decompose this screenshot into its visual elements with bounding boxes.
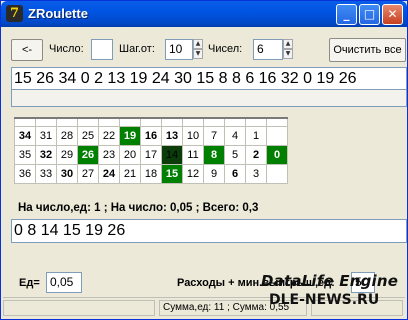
grid-header-cell — [245, 117, 267, 127]
history-field[interactable]: 15 26 34 0 2 13 19 24 30 15 8 8 6 16 32 … — [11, 67, 407, 90]
number-cell[interactable]: 6 — [224, 163, 246, 184]
status-cell-empty — [3, 300, 155, 316]
unit-label: Ед= — [19, 277, 40, 289]
grid-header-cell — [203, 117, 225, 127]
spin-up-icon[interactable]: ▲ — [283, 39, 293, 49]
number-cell[interactable]: 1 — [245, 125, 267, 146]
app-window: 7 ZRoulette _ □ ✕ <- Число: Шаг.от: 10 ▲… — [0, 0, 408, 320]
grid-header-cell — [35, 117, 57, 127]
number-cell[interactable]: 13 — [161, 125, 183, 146]
number-input[interactable] — [91, 39, 113, 60]
number-cell[interactable]: 9 — [203, 163, 225, 184]
window-title: ZRoulette — [28, 6, 88, 21]
zero-cell[interactable]: 0 — [266, 144, 288, 165]
step-from-spinner[interactable]: ▲ ▼ — [193, 39, 203, 59]
number-cell[interactable]: 24 — [98, 163, 120, 184]
numbers-count-input[interactable]: 6 — [253, 39, 283, 60]
grid-header-cell — [266, 117, 288, 127]
step-from-label: Шаг.от: — [119, 43, 155, 55]
minimize-button[interactable]: _ — [336, 4, 357, 25]
number-cell[interactable]: 25 — [77, 125, 99, 146]
app-icon: 7 — [6, 5, 23, 22]
numbers-count-label: Чисел: — [208, 43, 243, 55]
close-button[interactable]: ✕ — [382, 4, 403, 25]
step-from-input[interactable]: 10 — [165, 39, 193, 60]
numbers-count-spinner[interactable]: ▲ ▼ — [283, 39, 293, 59]
number-cell[interactable]: 16 — [140, 125, 162, 146]
clear-all-button[interactable]: Очистить все — [329, 38, 406, 62]
number-cell[interactable]: 4 — [224, 125, 246, 146]
number-cell[interactable]: 15 — [161, 163, 183, 184]
number-cell[interactable]: 35 — [14, 144, 36, 165]
grid-header-cell — [182, 117, 204, 127]
number-cell[interactable]: 34 — [14, 125, 36, 146]
grid-header-cell — [140, 117, 162, 127]
number-cell[interactable]: 28 — [56, 125, 78, 146]
number-cell[interactable]: 30 — [56, 163, 78, 184]
number-cell[interactable]: 17 — [140, 144, 162, 165]
spin-down-icon[interactable]: ▼ — [283, 49, 293, 59]
number-cell[interactable]: 27 — [77, 163, 99, 184]
number-cell[interactable]: 11 — [182, 144, 204, 165]
number-cell[interactable]: 23 — [98, 144, 120, 165]
number-cell[interactable]: 19 — [119, 125, 141, 146]
grid-header-cell — [161, 117, 183, 127]
zero-cell-bottom[interactable] — [266, 163, 288, 184]
number-label: Число: — [49, 43, 84, 55]
zero-cell-top[interactable] — [266, 125, 288, 146]
number-cell[interactable]: 18 — [140, 163, 162, 184]
number-cell[interactable]: 3 — [245, 163, 267, 184]
spin-down-icon[interactable]: ▼ — [193, 49, 203, 59]
spin-up-icon[interactable]: ▲ — [193, 39, 203, 49]
number-cell[interactable]: 7 — [203, 125, 225, 146]
number-cell[interactable]: 22 — [98, 125, 120, 146]
unit-input[interactable]: 0,05 — [46, 272, 82, 293]
watermark-site-text: DLE-NEWS.RU — [269, 292, 380, 308]
grid-header-cell — [224, 117, 246, 127]
number-cell[interactable]: 33 — [35, 163, 57, 184]
maximize-button[interactable]: □ — [359, 4, 380, 25]
number-cell[interactable]: 21 — [119, 163, 141, 184]
selected-numbers-field[interactable]: 0 8 14 15 19 26 — [11, 219, 407, 243]
grid-header-cell — [98, 117, 120, 127]
history-scrollbar[interactable] — [11, 90, 407, 107]
number-cell[interactable]: 32 — [35, 144, 57, 165]
number-cell[interactable]: 20 — [119, 144, 141, 165]
number-cell[interactable]: 36 — [14, 163, 36, 184]
number-cell[interactable]: 29 — [56, 144, 78, 165]
number-cell[interactable]: 12 — [182, 163, 204, 184]
number-cell[interactable]: 26 — [77, 144, 99, 165]
number-cell[interactable]: 5 — [224, 144, 246, 165]
bet-info-text: На число,ед: 1 ; На число: 0,05 ; Всего:… — [18, 202, 259, 214]
number-cell[interactable]: 14 — [161, 144, 183, 165]
watermark-logo-text: DataLife Engine — [261, 272, 399, 290]
back-button[interactable]: <- — [11, 39, 43, 61]
grid-header-cell — [119, 117, 141, 127]
roulette-grid: 34 31 28 25 22 19 16 13 10 7 4 1 35 32 2… — [14, 117, 288, 184]
grid-header-cell — [77, 117, 99, 127]
number-cell[interactable]: 10 — [182, 125, 204, 146]
number-cell[interactable]: 31 — [35, 125, 57, 146]
title-bar[interactable]: 7 ZRoulette _ □ ✕ — [1, 1, 407, 27]
number-cell[interactable]: 8 — [203, 144, 225, 165]
grid-header-cell — [56, 117, 78, 127]
grid-header-cell — [14, 117, 36, 127]
number-cell[interactable]: 2 — [245, 144, 267, 165]
